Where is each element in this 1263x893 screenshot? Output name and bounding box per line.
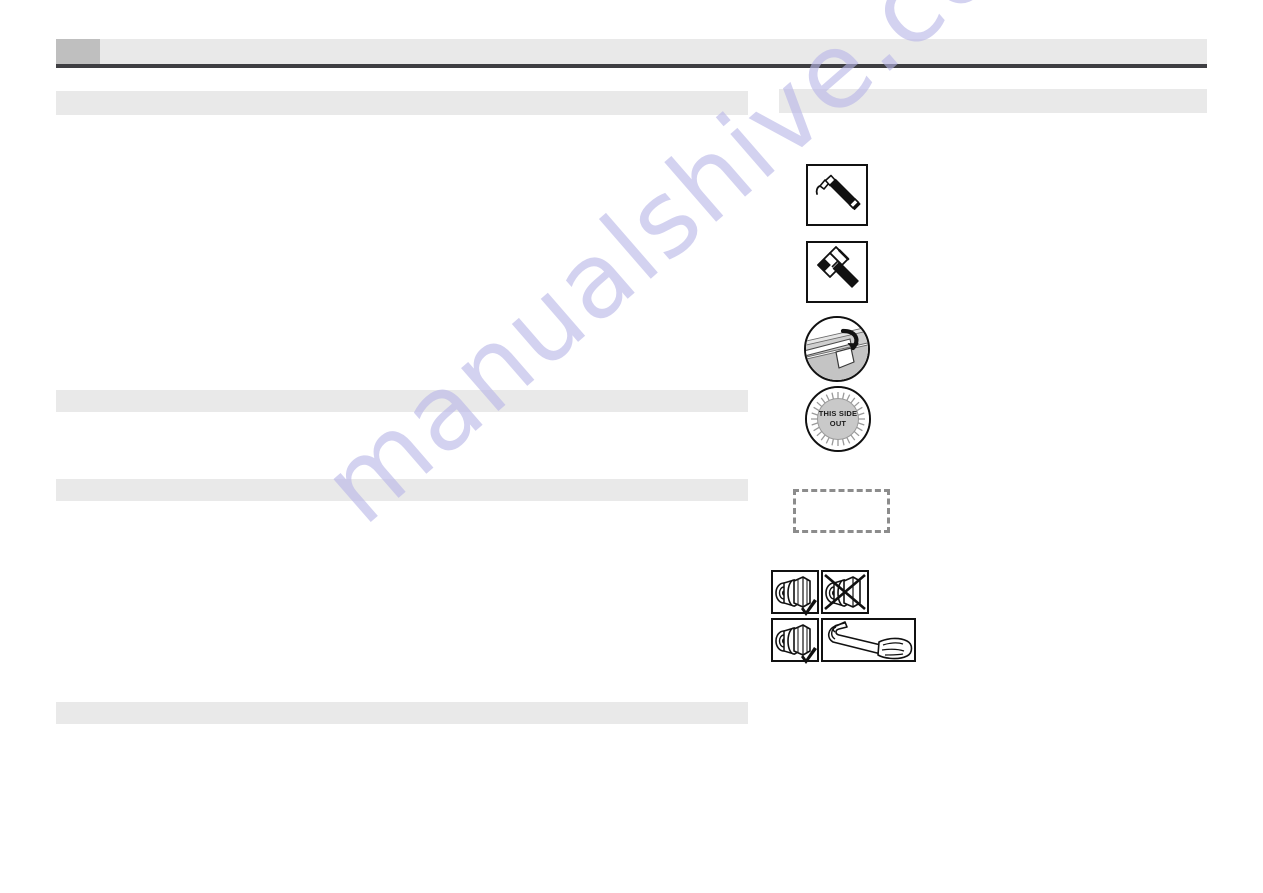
this-side-out-line-1: THIS SIDE xyxy=(818,409,858,418)
wrench-hand-icon xyxy=(821,618,916,662)
left-section-bar-1 xyxy=(56,91,748,115)
this-side-out-line-2: OUT xyxy=(829,419,847,428)
left-section-bar-4-label xyxy=(56,702,57,703)
connector-tighten-ok-1-icon xyxy=(771,570,819,616)
sealant-tube-icon xyxy=(806,164,868,226)
header-rule xyxy=(56,64,1207,68)
dashed-note-box xyxy=(793,489,890,533)
left-section-bar-3-label xyxy=(56,479,57,480)
connector-prohibited-icon xyxy=(821,570,869,614)
watermark-text: manualshive.com xyxy=(300,0,1097,548)
this-side-out-badge: THIS SIDE OUT xyxy=(805,386,871,452)
chapter-tab-label xyxy=(56,39,57,40)
watermark: manualshive.com xyxy=(0,0,1263,893)
peel-liner-icon xyxy=(804,316,870,382)
left-section-bar-4 xyxy=(56,702,748,724)
rubber-mallet-icon xyxy=(806,241,868,303)
document-page: THIS SIDE OUT manualshive.com xyxy=(0,0,1263,893)
left-section-bar-2-label xyxy=(56,390,57,391)
left-section-bar-3 xyxy=(56,479,748,501)
right-section-bar-1 xyxy=(779,89,1207,113)
chapter-tab xyxy=(56,39,100,64)
pictogram-matrix xyxy=(771,570,916,665)
page-header-band xyxy=(56,39,1207,64)
dashed-note-box-text xyxy=(796,492,797,493)
right-section-bar-1-label xyxy=(779,89,780,90)
connector-tighten-ok-2-icon xyxy=(771,618,819,664)
left-section-bar-2 xyxy=(56,390,748,412)
left-section-bar-1-label xyxy=(56,91,57,92)
